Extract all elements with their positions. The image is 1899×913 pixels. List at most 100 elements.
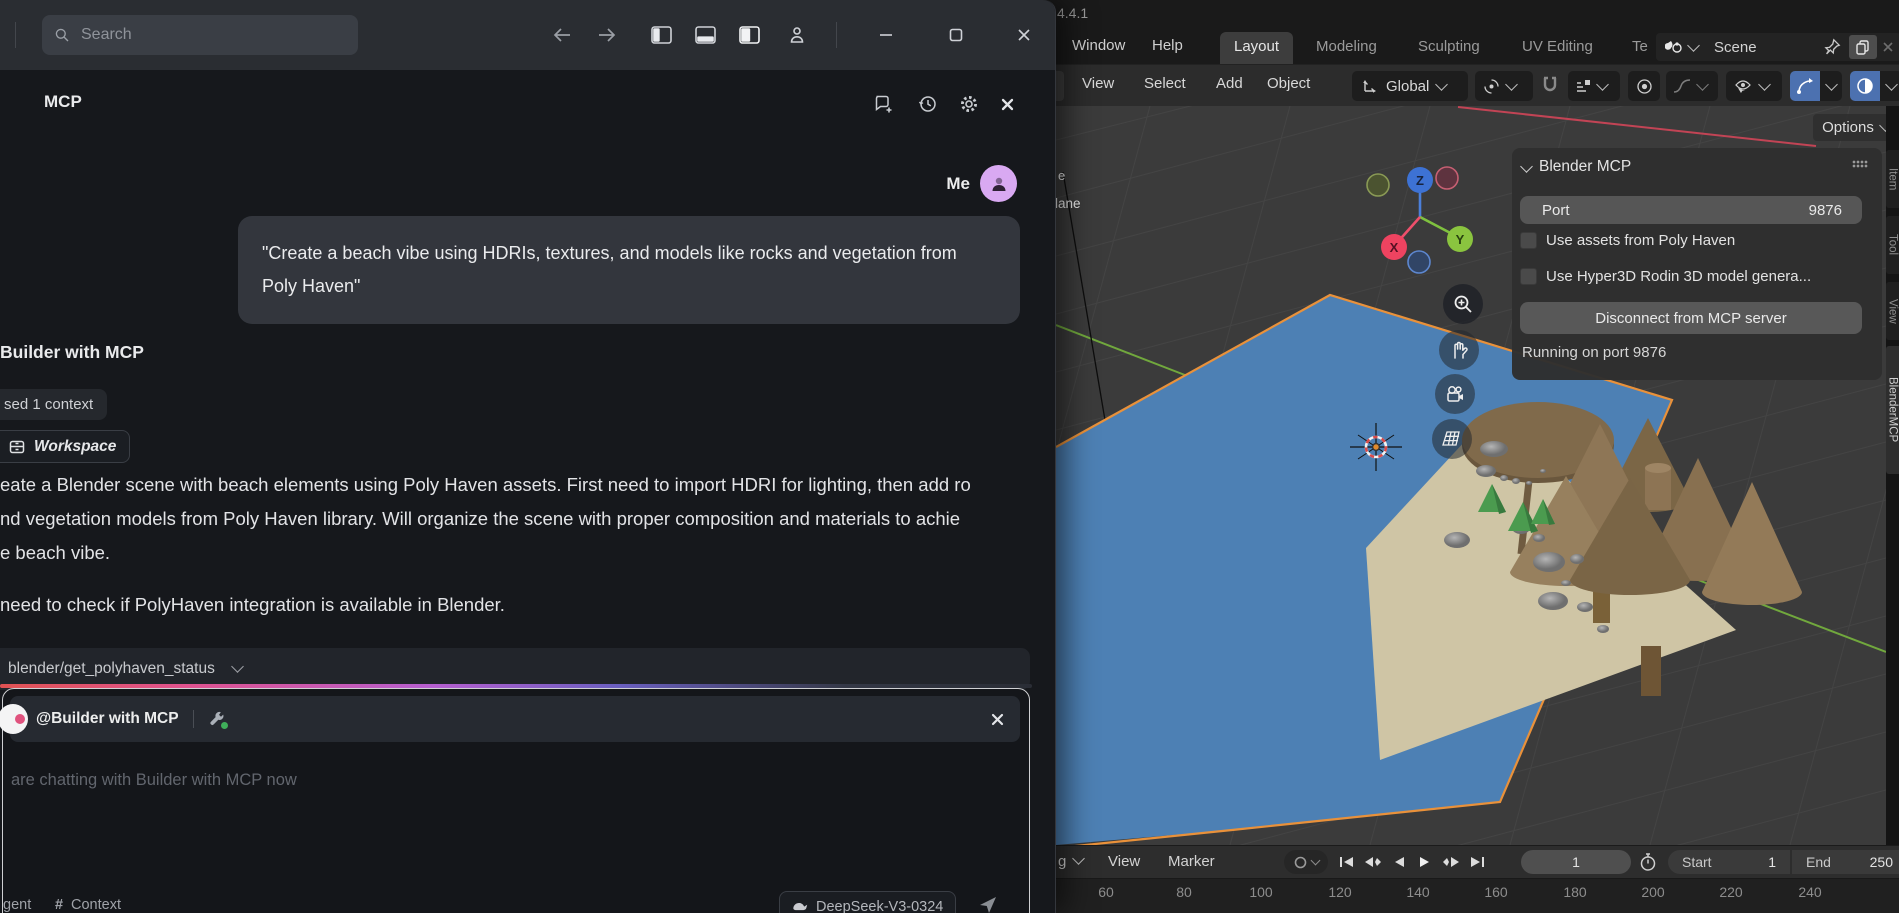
tab-modeling[interactable]: Modeling [1302,32,1391,64]
overlays-settings-chevron[interactable] [1880,71,1899,101]
sidetab-item[interactable]: Item [1886,150,1899,208]
options-button[interactable]: Options [1813,114,1886,141]
model-selector-chip[interactable]: DeepSeek-V3-0324 [779,891,957,913]
pivot-point-dropdown[interactable] [1475,71,1533,101]
next-keyframe-button[interactable] [1438,850,1464,874]
timeline-ruler[interactable]: 60 80 100 120 140 160 180 200 220 240 [1056,878,1899,913]
menu-add[interactable]: Add [1216,75,1243,92]
hyper3d-checkbox-row[interactable]: Use Hyper3D Rodin 3D model genera... [1512,268,1882,292]
scene-dropdown-chevron[interactable] [1687,38,1700,52]
frame-start-field[interactable]: Start 1 [1668,850,1790,874]
sidebar-tab-strip: Item Tool View BlenderMCP [1886,106,1899,845]
sidetab-view[interactable]: View [1886,282,1899,340]
keying-chevron[interactable] [1310,855,1320,865]
port-field[interactable]: Port 9876 [1520,196,1862,224]
auto-keying-toggle[interactable] [1284,850,1328,874]
agent-mode-label[interactable]: gent [3,897,31,913]
proportional-editing-toggle[interactable] [1628,71,1660,101]
menu-help[interactable]: Help [1152,37,1183,54]
context-label[interactable]: Context [71,897,121,913]
panel-collapse-chevron[interactable] [1520,159,1533,173]
panel-left-icon[interactable] [648,22,674,48]
menu-object[interactable]: Object [1267,75,1310,92]
tab-uv-editing[interactable]: UV Editing [1508,32,1607,64]
context-hash-icon[interactable]: # [55,897,63,913]
camera-view-button[interactable] [1435,374,1475,414]
blender-version-text: 4.4.1 [1057,5,1089,21]
prev-keyframe-button[interactable] [1360,850,1386,874]
snap-magnet-icon[interactable] [1540,75,1560,95]
menu-select[interactable]: Select [1144,75,1186,92]
panel-bottom-icon[interactable] [692,22,718,48]
nav-back-button[interactable] [549,22,575,48]
current-frame-field[interactable]: 1 [1521,850,1631,874]
stopwatch-icon[interactable] [1638,852,1658,872]
send-icon[interactable] [977,894,999,913]
composer-placeholder[interactable]: are chatting with Builder with MCP now [11,771,297,790]
show-overlays-toggle[interactable] [1850,71,1880,101]
falloff-chevron [1696,77,1709,91]
timeline-menu-view[interactable]: View [1108,853,1140,870]
search-input[interactable] [79,25,346,45]
snap-settings-dropdown[interactable] [1568,71,1620,101]
tools-wrench-icon[interactable] [208,710,228,729]
tool-call-expand-chevron[interactable] [230,659,244,673]
sidetab-tool[interactable]: Tool [1886,216,1899,274]
tab-sculpting[interactable]: Sculpting [1404,32,1494,64]
proportional-falloff-dropdown[interactable] [1666,71,1718,101]
composer-box[interactable]: @Builder with MCP are chatting with Buil… [0,688,1030,913]
timeline-editor-type-fragment[interactable]: g [1058,853,1066,870]
new-scene-icon[interactable] [1849,35,1877,59]
pan-tool-button[interactable] [1439,330,1479,370]
nav-forward-button[interactable] [594,22,620,48]
search-box[interactable] [42,15,358,55]
close-window-button[interactable] [1011,22,1037,48]
new-chat-icon[interactable] [872,92,896,116]
used-context-chip[interactable]: sed 1 context [0,389,108,420]
gizmo-settings-chevron[interactable] [1820,71,1842,101]
menu-window[interactable]: Window [1072,37,1125,54]
workspace-chip[interactable]: Workspace [0,430,131,463]
scene-selector[interactable]: Scene [1656,33,1899,61]
transform-orientation-dropdown[interactable]: Global [1352,71,1468,101]
polyhaven-checkbox[interactable] [1520,232,1537,249]
end-value: 250 [1869,854,1893,870]
gizmo-z-label: Z [1416,173,1424,188]
maximize-button[interactable] [943,22,969,48]
composer-close-icon[interactable] [991,713,1004,726]
visibility-dropdown[interactable] [1726,71,1782,101]
settings-gear-icon[interactable] [957,92,981,116]
panel-right-icon[interactable] [736,22,762,48]
frame-end-field[interactable]: End 250 [1792,850,1899,874]
account-icon[interactable] [784,22,810,48]
disconnect-button[interactable]: Disconnect from MCP server [1520,302,1862,334]
tab-layout[interactable]: Layout [1220,32,1294,64]
jump-to-end-button[interactable] [1464,850,1490,874]
sidetab-blendermcp[interactable]: BlenderMCP [1886,346,1899,474]
jump-to-start-button[interactable] [1334,850,1360,874]
history-icon[interactable] [916,92,940,116]
perspective-toggle-button[interactable] [1432,419,1472,459]
panel-drag-dots-icon[interactable] [1852,160,1868,168]
unlink-scene-icon[interactable] [1881,40,1895,54]
close-panel-icon[interactable] [995,92,1019,116]
gizmo-axis-neg-x[interactable] [1435,166,1459,190]
scene-name[interactable]: Scene [1714,39,1757,56]
hyper3d-checkbox[interactable] [1520,268,1537,285]
pin-icon[interactable] [1823,38,1841,56]
gizmo-axis-neg-y[interactable] [1366,173,1390,197]
polyhaven-checkbox-row[interactable]: Use assets from Poly Haven [1512,232,1882,256]
gizmo-axis-neg-z[interactable] [1407,250,1431,274]
viewport-3d[interactable]: e Plane Z Y X [1056,106,1886,845]
mode-dropdown-fragment[interactable] [1056,71,1064,101]
playback-controls [1334,850,1490,874]
menu-view[interactable]: View [1082,75,1114,92]
play-reverse-button[interactable] [1386,850,1412,874]
zoom-tool-button[interactable] [1443,284,1483,324]
panel-header[interactable]: Blender MCP [1520,158,1631,176]
minimize-button[interactable] [873,22,899,48]
show-gizmo-toggle[interactable] [1790,71,1820,101]
play-button[interactable] [1412,850,1438,874]
timeline-editor-chevron[interactable] [1072,852,1085,865]
timeline-menu-marker[interactable]: Marker [1168,853,1215,870]
